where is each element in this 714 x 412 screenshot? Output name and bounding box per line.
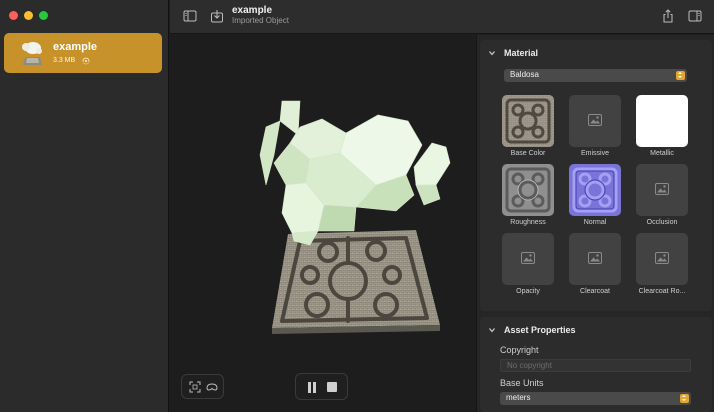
empty-texture-thumbnail [569,95,621,147]
toolbar: example Imported Object [170,0,714,34]
texture-slot-roughness[interactable]: Roughness [502,164,554,226]
texture-slot-label: Clearcoat [580,288,610,295]
low-poly-head-model [259,100,451,246]
texture-slot-metallic[interactable]: Metallic [636,95,688,157]
texture-slot-emissive[interactable]: Emissive [569,95,621,157]
empty-texture-thumbnail [569,233,621,285]
normal-texture-thumbnail [569,164,621,216]
base-color-texture-thumbnail [502,95,554,147]
image-placeholder-icon [655,252,669,264]
sidebar: example 3.3 MB [0,0,169,412]
texture-slot-opacity[interactable]: Opacity [502,233,554,295]
base-units-value: meters [506,393,531,402]
empty-texture-thumbnail [502,233,554,285]
ar-headset-icon[interactable] [206,381,218,393]
asset-properties-title: Asset Properties [504,325,576,335]
texture-slot-label: Base Color [510,150,546,157]
texture-slot-base-color[interactable]: Base Color [502,95,554,157]
texture-slot-label: Emissive [580,150,609,157]
texture-slot-label: Occlusion [646,219,678,226]
material-select-value: Baldosa [510,70,539,79]
texture-slot-occlusion[interactable]: Occlusion [636,164,688,226]
texture-slot-label: Opacity [516,288,540,295]
texture-slot-label: Clearcoat Ro... [638,288,686,295]
window-controls [9,11,48,20]
file-name: example [53,40,98,53]
material-panel: Material Baldosa Base Color Emissive Met… [480,40,712,311]
sidebar-toggle-icon[interactable] [183,9,197,23]
chevron-down-icon[interactable] [488,326,496,334]
roughness-texture-thumbnail [502,164,554,216]
minimize-window-button[interactable] [24,11,33,20]
texture-slot-label: Roughness [510,219,546,226]
sidebar-item-example[interactable]: example 3.3 MB [4,33,162,73]
select-stepper-icon [680,394,689,403]
material-header[interactable]: Material [488,48,538,58]
inspector: Material Baldosa Base Color Emissive Met… [476,35,714,412]
image-placeholder-icon [588,114,602,126]
texture-slot-normal[interactable]: Normal [569,164,621,226]
empty-texture-thumbnail [636,164,688,216]
frame-object-icon[interactable] [189,381,201,393]
texture-slot-label: Normal [583,219,607,226]
playback-controls [295,373,348,400]
3d-model-preview[interactable] [170,35,475,412]
viewport-controls [181,374,224,399]
select-stepper-icon [676,71,685,80]
inspector-toggle-icon[interactable] [688,9,702,23]
chevron-down-icon[interactable] [488,49,496,57]
material-title: Material [504,48,539,58]
image-placeholder-icon [588,252,602,264]
base-units-label: Base Units [500,378,544,388]
texture-slot-clearcoat-roughness[interactable]: Clearcoat Ro... [636,233,688,295]
asset-properties-header[interactable]: Asset Properties [488,325,576,335]
base-units-select[interactable]: meters [500,392,691,405]
image-placeholder-icon [521,252,535,264]
empty-texture-thumbnail [636,233,688,285]
file-size: 3.3 MB [53,57,76,64]
import-icon[interactable] [210,9,224,23]
stop-icon[interactable] [327,382,337,392]
image-placeholder-icon [655,183,669,195]
metallic-texture-thumbnail [636,95,688,147]
texture-slot-clearcoat[interactable]: Clearcoat [569,233,621,295]
stone-tile-model [272,230,440,334]
asset-properties-panel: Asset Properties Copyright Base Units me… [480,317,712,412]
3d-viewport[interactable] [170,35,475,412]
model-thumbnail-icon [18,39,46,67]
document-title: example [232,5,273,16]
pause-icon[interactable] [307,382,317,393]
document-subtitle: Imported Object [232,16,289,25]
copyright-label: Copyright [500,345,539,355]
zoom-window-button[interactable] [39,11,48,20]
share-icon[interactable] [661,9,675,23]
close-window-button[interactable] [9,11,18,20]
sync-status-icon [82,57,90,64]
texture-slot-label: Metallic [650,150,674,157]
copyright-field[interactable] [500,359,691,372]
material-select[interactable]: Baldosa [504,69,687,82]
